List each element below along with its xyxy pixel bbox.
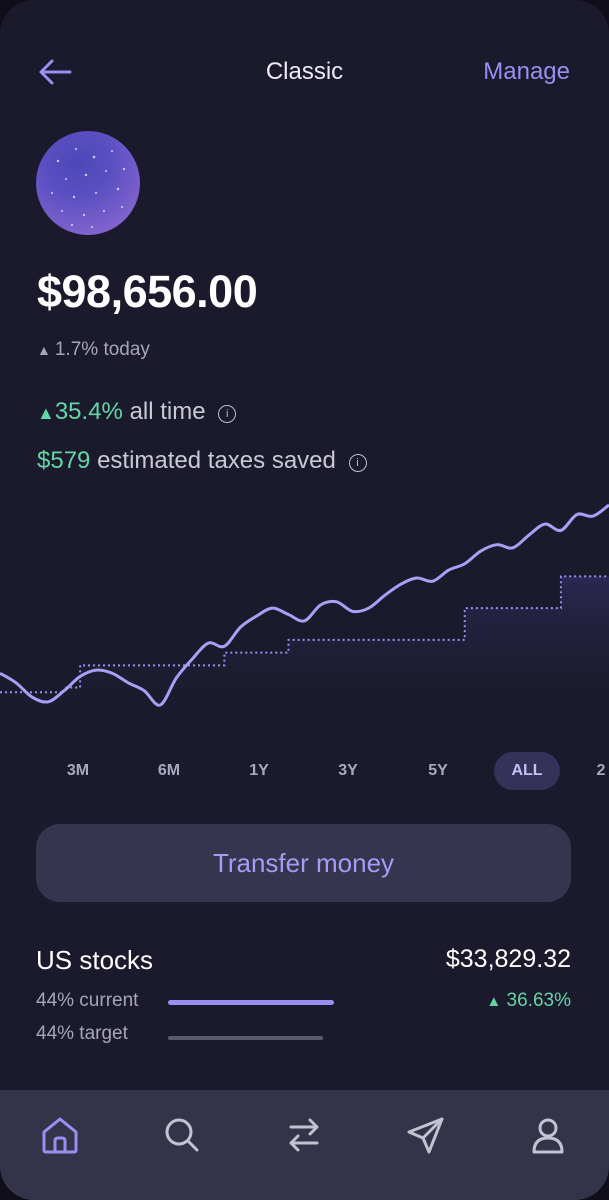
triangle-up-icon: ▲: [37, 403, 55, 423]
alltime-return: ▲35.4% all time i: [37, 398, 237, 426]
account-screen: Classic Manage $98,656.00 ▲ 1.7% today ▲3…: [0, 0, 609, 1200]
range-selector: 3M 6M 1Y 3Y 5Y ALL 2: [0, 752, 609, 792]
nav-profile[interactable]: [523, 1110, 573, 1160]
transfer-money-button[interactable]: Transfer money: [36, 824, 571, 902]
target-allocation-label: 44% target: [36, 1023, 128, 1044]
taxes-amount: $579: [37, 447, 91, 474]
alltime-label: all time: [129, 398, 206, 425]
range-1y[interactable]: 1Y: [231, 752, 287, 790]
current-allocation-bar: [168, 1000, 334, 1005]
deposits-area: [0, 576, 609, 730]
range-all[interactable]: ALL: [494, 752, 560, 790]
range-3m[interactable]: 3M: [50, 752, 106, 790]
allocation-change-value: 36.63%: [506, 990, 571, 1011]
manage-button[interactable]: Manage: [483, 58, 570, 86]
allocation-title: US stocks: [36, 945, 154, 975]
triangle-up-icon: ▲: [37, 342, 51, 358]
range-2[interactable]: 2: [591, 752, 609, 790]
range-6m[interactable]: 6M: [141, 752, 197, 790]
current-allocation-label: 44% current: [36, 990, 139, 1011]
today-change: ▲ 1.7% today: [37, 339, 150, 361]
triangle-up-icon: ▲: [486, 993, 502, 1010]
portfolio-balance: $98,656.00: [37, 266, 258, 317]
today-change-text: 1.7% today: [54, 339, 150, 360]
performance-chart[interactable]: [0, 500, 609, 730]
nav-transfers[interactable]: [279, 1110, 329, 1160]
nav-home[interactable]: [35, 1110, 85, 1160]
allocation-value: $33,829.32: [445, 945, 571, 973]
target-allocation-bar: [168, 1036, 323, 1040]
home-icon: [42, 1117, 78, 1154]
taxes-label: estimated taxes saved: [97, 447, 336, 474]
profile-icon: [532, 1118, 564, 1154]
range-3y[interactable]: 3Y: [320, 752, 376, 790]
range-5y[interactable]: 5Y: [410, 752, 466, 790]
allocation-change: ▲ 36.63%: [486, 990, 571, 1012]
portfolio-avatar: [36, 131, 140, 235]
search-icon: [165, 1118, 199, 1152]
nav-search[interactable]: [157, 1110, 207, 1160]
taxes-saved: $579 estimated taxes saved i: [37, 447, 367, 475]
alltime-pct: 35.4%: [54, 398, 123, 425]
nav-send[interactable]: [401, 1110, 451, 1160]
send-icon: [407, 1117, 444, 1154]
top-bar: Classic Manage: [0, 42, 609, 102]
info-icon[interactable]: i: [218, 405, 237, 423]
transfer-arrows-icon: [289, 1118, 319, 1152]
info-icon[interactable]: i: [348, 454, 367, 472]
bottom-nav: [0, 1090, 609, 1200]
